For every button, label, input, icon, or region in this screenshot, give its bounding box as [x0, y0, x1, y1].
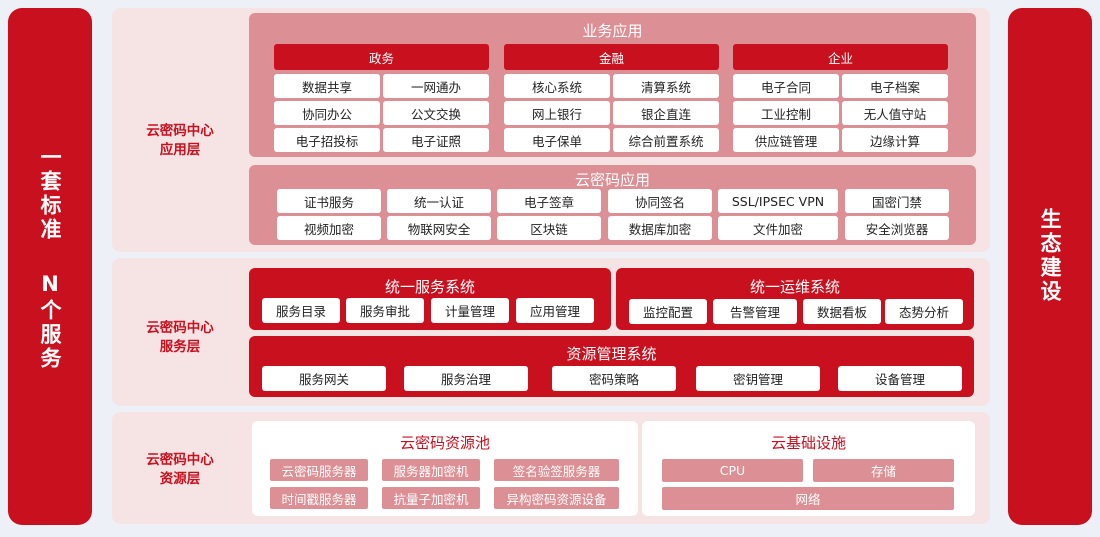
infrastructure-title: 云基础设施: [770, 434, 846, 452]
service-item[interactable]: 计量管理: [431, 298, 509, 323]
business-item[interactable]: 边缘计算: [842, 128, 948, 152]
layer-label-line2: 资源层: [159, 471, 201, 487]
business-item[interactable]: 清算系统: [613, 74, 719, 98]
resource-mgmt-title: 资源管理系统: [566, 345, 657, 363]
crypto-app-item[interactable]: SSL/IPSEC VPN: [718, 189, 838, 213]
resource-pool-title: 云密码资源池: [399, 434, 490, 452]
application-layer-label: 云密码中心 应用层: [112, 122, 248, 160]
resource-mgmt-item[interactable]: 密码策略: [552, 366, 676, 391]
business-item[interactable]: 数据共享: [274, 74, 380, 98]
pool-item[interactable]: 时间戳服务器: [270, 487, 368, 509]
service-item[interactable]: 服务审批: [346, 298, 424, 323]
crypto-app-item[interactable]: 数据库加密: [608, 216, 712, 240]
unified-service-title: 统一服务系统: [384, 278, 475, 296]
ops-item[interactable]: 态势分析: [885, 299, 963, 324]
crypto-app-item[interactable]: 协同签名: [608, 189, 712, 213]
business-item[interactable]: 银企直连: [613, 101, 719, 125]
pool-item[interactable]: 云密码服务器: [270, 459, 368, 481]
resource-mgmt-item[interactable]: 服务网关: [262, 366, 386, 391]
business-item[interactable]: 核心系统: [504, 74, 610, 98]
resource-mgmt-item[interactable]: 密钥管理: [696, 366, 820, 391]
pool-item[interactable]: 异构密码资源设备: [494, 487, 619, 509]
infra-item-cpu[interactable]: CPU: [662, 459, 803, 482]
infra-item-network[interactable]: 网络: [662, 487, 954, 510]
service-layer-label: 云密码中心 服务层: [112, 319, 248, 357]
business-item[interactable]: 无人值守站: [842, 101, 948, 125]
crypto-app-item[interactable]: 物联网安全: [387, 216, 491, 240]
crypto-app-item[interactable]: 统一认证: [387, 189, 491, 213]
infra-item-storage[interactable]: 存储: [813, 459, 954, 482]
business-item[interactable]: 工业控制: [733, 101, 839, 125]
unified-ops-title: 统一运维系统: [749, 278, 840, 296]
ops-item[interactable]: 告警管理: [713, 299, 797, 324]
business-item[interactable]: 网上银行: [504, 101, 610, 125]
business-item[interactable]: 协同办公: [274, 101, 380, 125]
crypto-app-item[interactable]: 文件加密: [718, 216, 838, 240]
business-item[interactable]: 电子合同: [733, 74, 839, 98]
standard-label: 一套标准: [38, 146, 62, 242]
crypto-app-item[interactable]: 区块链: [497, 216, 601, 240]
category-government[interactable]: 政务: [274, 44, 489, 70]
layer-label-line2: 应用层: [159, 142, 201, 158]
business-item[interactable]: 综合前置系统: [613, 128, 719, 152]
pool-item[interactable]: 签名验签服务器: [494, 459, 619, 481]
resource-mgmt-item[interactable]: 服务治理: [404, 366, 528, 391]
left-sidebar: 一套标准 N个服务: [8, 8, 92, 525]
crypto-app-item[interactable]: 证书服务: [277, 189, 381, 213]
business-item[interactable]: 一网通办: [383, 74, 489, 98]
services-label: N个服务: [38, 272, 62, 371]
business-item[interactable]: 电子招投标: [274, 128, 380, 152]
ecosystem-label: 生态建设: [1038, 208, 1062, 304]
business-item[interactable]: 电子证照: [383, 128, 489, 152]
business-item[interactable]: 公文交换: [383, 101, 489, 125]
service-item[interactable]: 应用管理: [516, 298, 594, 323]
category-finance[interactable]: 金融: [504, 44, 719, 70]
crypto-app-item[interactable]: 电子签章: [497, 189, 601, 213]
layer-label-line1: 云密码中心: [146, 452, 214, 468]
business-apps-title: 业务应用: [582, 22, 643, 40]
layer-label-line1: 云密码中心: [146, 320, 214, 336]
layer-label-line2: 服务层: [159, 339, 201, 355]
cloud-crypto-apps-title: 云密码应用: [574, 171, 650, 189]
crypto-app-item[interactable]: 国密门禁: [845, 189, 949, 213]
pool-item[interactable]: 抗量子加密机: [382, 487, 480, 509]
layer-label-line1: 云密码中心: [146, 123, 214, 139]
service-item[interactable]: 服务目录: [262, 298, 340, 323]
resource-layer-label: 云密码中心 资源层: [112, 451, 248, 489]
crypto-app-item[interactable]: 视频加密: [277, 216, 381, 240]
resource-mgmt-item[interactable]: 设备管理: [838, 366, 962, 391]
pool-item[interactable]: 服务器加密机: [382, 459, 480, 481]
category-enterprise[interactable]: 企业: [733, 44, 948, 70]
ops-item[interactable]: 数据看板: [803, 299, 881, 324]
ops-item[interactable]: 监控配置: [629, 299, 707, 324]
business-item[interactable]: 电子档案: [842, 74, 948, 98]
business-item[interactable]: 电子保单: [504, 128, 610, 152]
right-sidebar: 生态建设: [1008, 8, 1092, 525]
business-item[interactable]: 供应链管理: [733, 128, 839, 152]
crypto-app-item[interactable]: 安全浏览器: [845, 216, 949, 240]
